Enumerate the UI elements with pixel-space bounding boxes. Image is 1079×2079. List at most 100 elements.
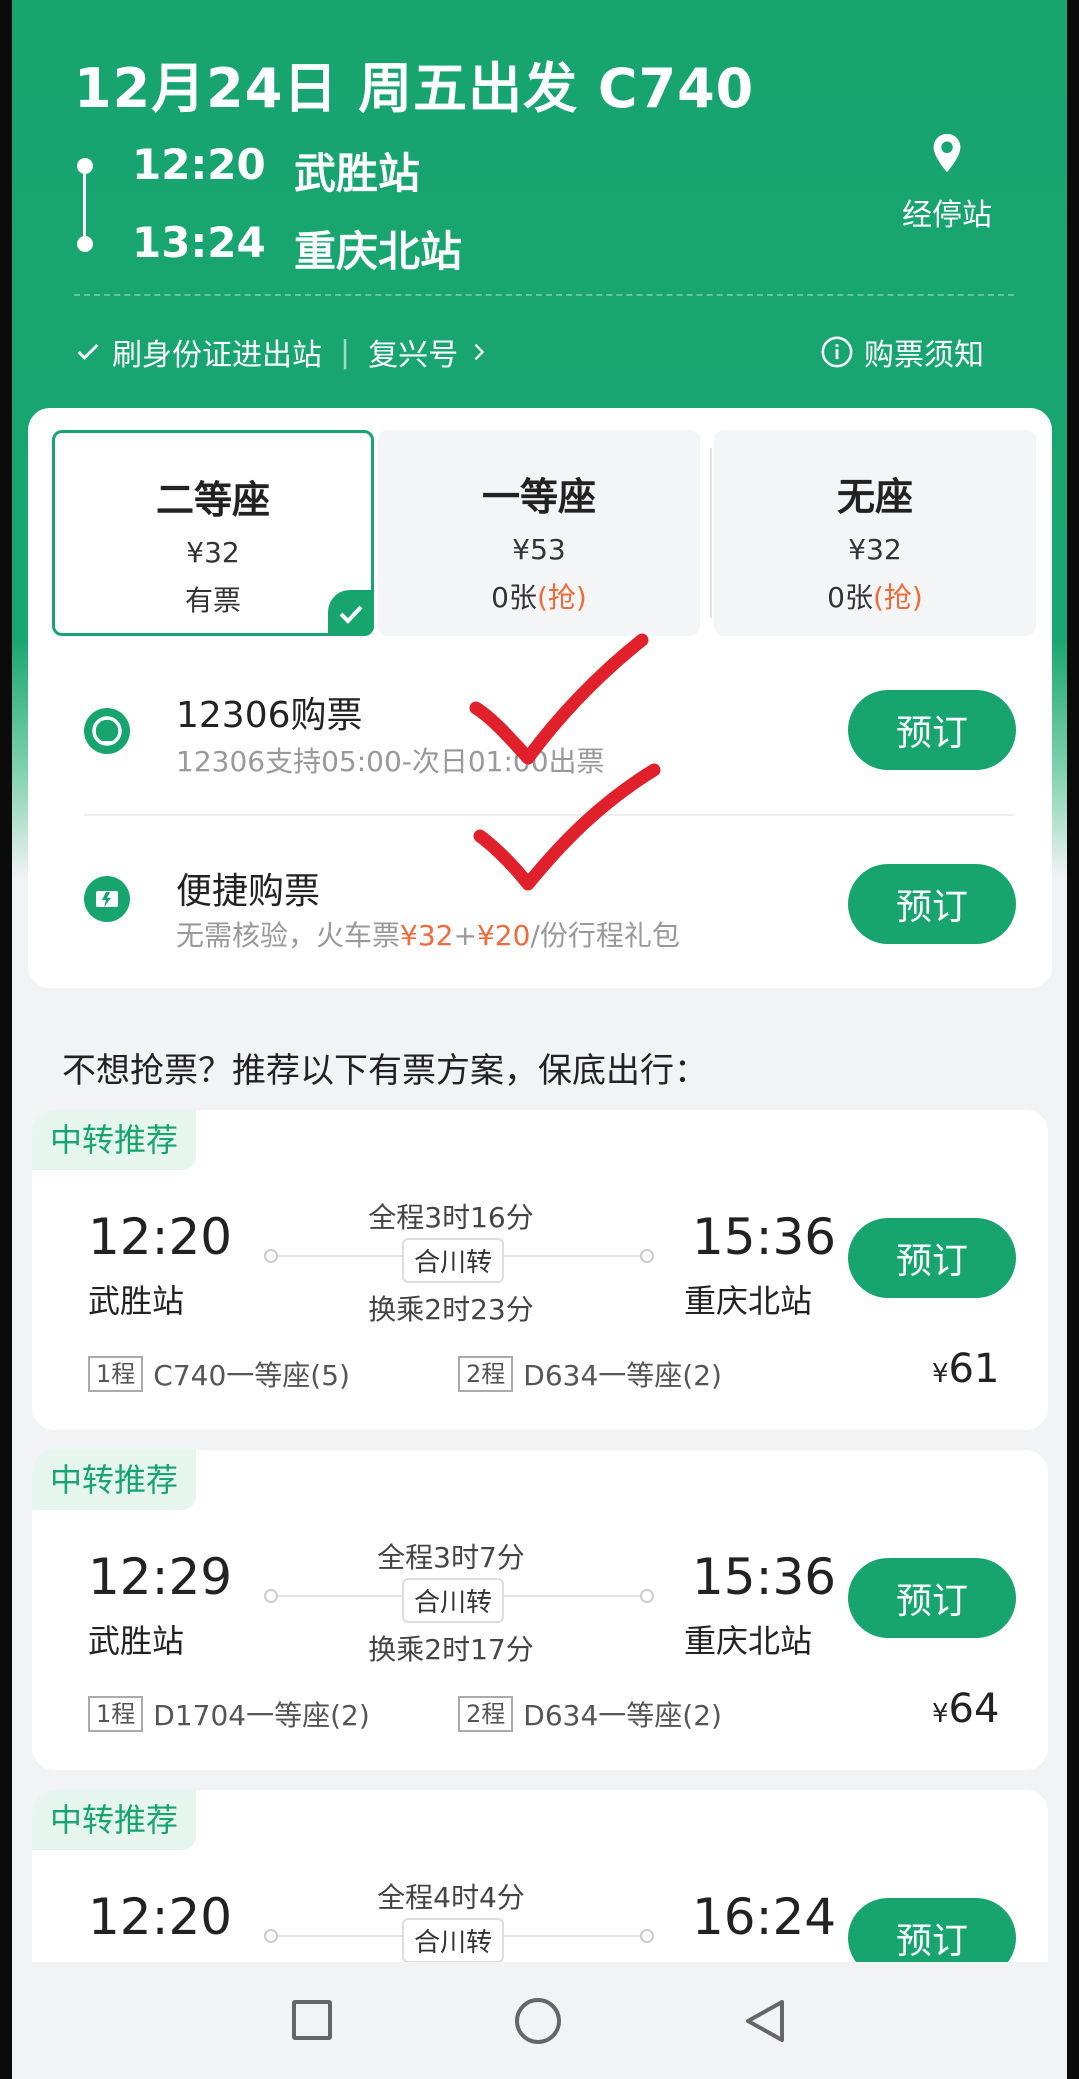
depart-station: 武胜站 (294, 149, 421, 198)
seat-option-second-class[interactable]: 二等座 ¥32 有票 (52, 430, 374, 636)
leg-tag: 1程 (88, 1696, 144, 1732)
seat-option-first-class[interactable]: 一等座 ¥53 0张(抢) (378, 430, 700, 636)
total-duration: 全程4时4分 (377, 1881, 525, 1914)
header-meta-left: 刷身份证进出站 | 复兴号 (74, 330, 490, 374)
arrive-time: 13:24 (132, 218, 266, 267)
seat-status: 有票 (184, 584, 241, 617)
leg-train: D634一等座(2) (523, 1359, 722, 1392)
depart-time: 12:20 (88, 1888, 233, 1946)
seat-price: ¥32 (848, 533, 902, 566)
leg-1: 1程 D1704一等座(2) (88, 1694, 370, 1734)
depart-time: 12:20 (132, 140, 266, 189)
subtitle-suffix: /份行程礼包 (530, 919, 680, 952)
arrive-time: 15:36 (692, 1208, 837, 1266)
depart-station: 武胜站 (88, 1282, 185, 1320)
arrive-dot (77, 236, 93, 252)
arrive-time: 16:24 (692, 1888, 837, 1946)
recents-button[interactable] (292, 2000, 332, 2040)
check-icon (339, 605, 363, 624)
leg-2: 2程 D634一等座(2) (458, 1694, 722, 1734)
route-start-dot (264, 1249, 278, 1263)
annotation-checkmarks (469, 633, 661, 891)
check-icon (77, 343, 99, 360)
header-divider (74, 294, 1014, 296)
route-start-dot (264, 1929, 278, 1943)
transfer-tag: 中转推荐 (32, 1110, 197, 1170)
train-type-link[interactable]: 复兴号 (368, 330, 458, 374)
stops-button[interactable]: 经停站 (892, 130, 1002, 234)
seat-name: 一等座 (481, 475, 596, 519)
seat-count: 0张 (827, 581, 873, 614)
book-button[interactable]: 预订 (848, 1558, 1016, 1638)
recommend-card[interactable]: 中转推荐 12:29 武胜站 全程3时7分 合川转 换乘2时17分 15:36 … (32, 1450, 1048, 1770)
system-navigation-bar (12, 1962, 1067, 2079)
trip-title: 12月24日 周五出发 C740 (74, 57, 755, 120)
leg-train: D634一等座(2) (523, 1699, 722, 1732)
ticket-price: ¥32 (400, 919, 454, 952)
book-button[interactable]: 预订 (848, 1218, 1016, 1298)
seat-price: ¥53 (512, 533, 566, 566)
location-pin-icon (933, 133, 961, 173)
seat-price: ¥32 (186, 536, 240, 569)
plus-sign: + (453, 919, 477, 952)
express-ticket-icon (84, 876, 130, 922)
option-title-express: 便捷购票 (176, 871, 321, 912)
seat-count: 0张 (491, 581, 537, 614)
currency: ¥ (932, 1359, 949, 1389)
total-duration: 全程3时16分 (368, 1201, 534, 1234)
leg-2: 2程 D634一等座(2) (458, 1354, 722, 1394)
book-button-12306[interactable]: 预订 (848, 690, 1016, 770)
route-end-dot (640, 1929, 654, 1943)
recommend-heading: 不想抢票？推荐以下有票方案，保底出行： (62, 1051, 708, 1091)
arrive-station: 重庆北站 (684, 1282, 813, 1320)
total-duration: 全程3时7分 (377, 1541, 525, 1574)
leg-tag: 1程 (88, 1356, 144, 1392)
arrive-station: 重庆北站 (684, 1622, 813, 1660)
info-icon (821, 336, 853, 368)
id-entry-label: 刷身份证进出站 (112, 338, 322, 373)
home-button[interactable] (515, 1998, 561, 2044)
transfer-station: 合川转 (402, 1238, 505, 1283)
transfer-tag: 中转推荐 (32, 1790, 197, 1850)
seat-status: 0张(抢) (378, 576, 700, 616)
grab-label: (抢) (872, 581, 923, 614)
railway-logo-icon (84, 708, 130, 754)
selected-check-badge (328, 590, 374, 636)
leg-1: 1程 C740一等座(5) (88, 1354, 350, 1394)
option-subtitle-express: 无需核验，火车票¥32+¥20/份行程礼包 (176, 914, 680, 954)
leg-tag: 2程 (458, 1356, 514, 1392)
arrive-station: 重庆北站 (294, 227, 463, 276)
seat-divider (710, 448, 712, 618)
book-button-express[interactable]: 预订 (848, 864, 1016, 944)
grab-label: (抢) (536, 581, 587, 614)
price-value: 61 (948, 1346, 1000, 1392)
depart-dot (77, 158, 93, 174)
recommend-card[interactable]: 中转推荐 12:20 武胜站 全程3时16分 合川转 换乘2时23分 15:36… (32, 1110, 1048, 1430)
leg-train: D1704一等座(2) (153, 1699, 370, 1732)
purchase-notice-button[interactable]: 购票须知 (820, 330, 984, 374)
depart-time: 12:20 (88, 1208, 233, 1266)
leg-train: C740一等座(5) (153, 1359, 350, 1392)
book-button[interactable]: 预订 (848, 1898, 1016, 1962)
seat-option-no-seat[interactable]: 无座 ¥32 0张(抢) (714, 430, 1036, 636)
route-connector (83, 165, 86, 243)
seat-status: 0张(抢) (714, 576, 1036, 616)
purchase-notice-label: 购票须知 (864, 338, 984, 373)
price-value: 64 (948, 1686, 1000, 1732)
app-screen: 12月24日 周五出发 C740 12:20 武胜站 13:24 重庆北站 经停… (12, 0, 1067, 2079)
seat-name: 无座 (836, 475, 913, 519)
back-button[interactable] (740, 1996, 790, 2046)
transfer-station: 合川转 (402, 1918, 505, 1962)
recommend-card[interactable]: 中转推荐 12:20 全程4时4分 合川转 16:24 预订 (32, 1790, 1048, 1962)
total-price: ¥61 (932, 1346, 999, 1392)
transfer-wait: 换乘2时17分 (368, 1633, 534, 1666)
chevron-right-icon (474, 343, 485, 361)
transfer-station: 合川转 (402, 1578, 505, 1623)
route-end-dot (640, 1249, 654, 1263)
route-start-dot (264, 1589, 278, 1603)
meta-separator: | (340, 334, 351, 370)
currency: ¥ (932, 1699, 949, 1729)
transfer-tag: 中转推荐 (32, 1450, 197, 1510)
option-title-12306: 12306购票 (176, 695, 363, 736)
subtitle-prefix: 无需核验，火车票 (176, 919, 401, 952)
